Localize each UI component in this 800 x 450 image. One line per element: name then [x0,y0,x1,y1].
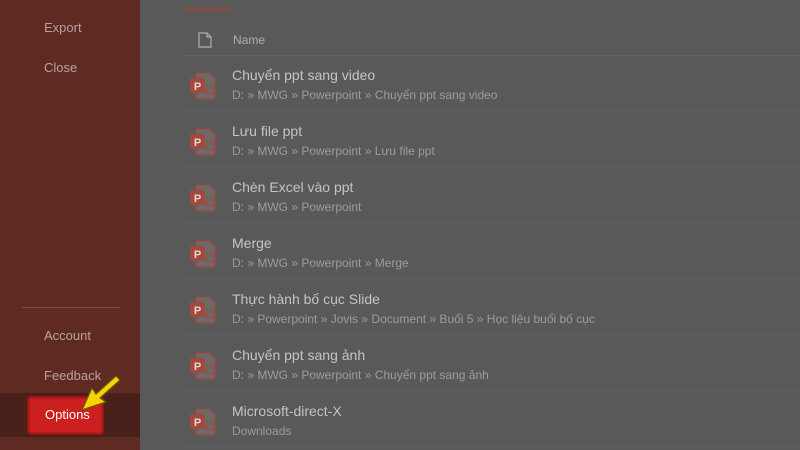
file-path: D: » Powerpoint » Jovis » Document » Buổ… [232,312,595,326]
file-row[interactable]: P Thực hành bố cục Slide D: » Powerpoint… [184,280,800,335]
file-path: D: » MWG » Powerpoint » Chuyển ppt sang … [232,88,498,102]
backstage-sidebar: Export Close Account Feedback Options [0,0,140,450]
powerpoint-file-icon: P [190,184,216,212]
file-name[interactable]: Chuyển ppt sang video [232,67,375,83]
column-header-name[interactable]: Name [233,33,265,47]
file-name[interactable]: Thực hành bố cục Slide [232,291,380,307]
powerpoint-file-icon: P [190,408,216,436]
file-path: Downloads [232,424,292,438]
active-tab-indicator [184,8,231,11]
recent-files-panel: Name P Chuyển ppt sang video D: » MWG » … [140,0,800,450]
document-icon [198,32,212,48]
svg-text:P: P [194,361,201,373]
powerpoint-file-icon: P [190,72,216,100]
file-row[interactable]: P Merge D: » MWG » Powerpoint » Merge [184,224,800,279]
powerpoint-file-icon: P [190,240,216,268]
file-row[interactable]: P Lưu file ppt D: » MWG » Powerpoint » L… [184,112,800,167]
file-name[interactable]: Microsoft-direct-X [232,403,342,419]
powerpoint-file-icon: P [190,296,216,324]
file-path: D: » MWG » Powerpoint [232,200,362,214]
powerpoint-file-icon: P [190,128,216,156]
pointer-arrow-icon [81,375,121,411]
svg-text:P: P [194,137,201,149]
list-header: Name [184,22,800,56]
file-row[interactable]: P Microsoft-direct-X Downloads [184,392,800,447]
sidebar-item-account[interactable]: Account [44,328,91,343]
sidebar-item-export[interactable]: Export [44,20,82,35]
file-name[interactable]: Chèn Excel vào ppt [232,179,353,195]
file-name[interactable]: Merge [232,235,272,251]
file-row[interactable]: P Chuyển ppt sang video D: » MWG » Power… [184,56,800,111]
file-path: D: » MWG » Powerpoint » Merge [232,256,409,270]
file-row[interactable]: P Chuyển ppt sang ảnh D: » MWG » Powerpo… [184,336,800,391]
svg-text:P: P [194,305,201,317]
file-path: D: » MWG » Powerpoint » Lưu file ppt [232,144,435,158]
file-name[interactable]: Lưu file ppt [232,123,302,139]
svg-text:P: P [194,81,201,93]
file-path: D: » MWG » Powerpoint » Chuyển ppt sang … [232,368,489,382]
powerpoint-file-icon: P [190,352,216,380]
file-row[interactable]: P Chèn Excel vào ppt D: » MWG » Powerpoi… [184,168,800,223]
svg-text:P: P [194,417,201,429]
sidebar-item-close[interactable]: Close [44,60,77,75]
file-name[interactable]: Chuyển ppt sang ảnh [232,347,365,363]
sidebar-divider [22,307,120,308]
svg-text:P: P [194,193,201,205]
svg-text:P: P [194,249,201,261]
